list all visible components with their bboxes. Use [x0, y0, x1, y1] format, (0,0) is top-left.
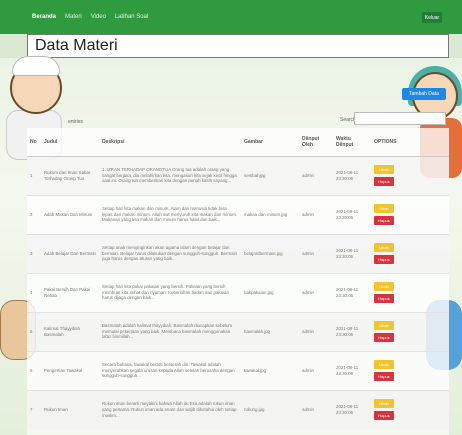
table-header-row: No Judul Deskripsi Gambar Diinput Oleh W… — [27, 128, 449, 157]
page-title-box: Data Materi — [27, 34, 449, 58]
cell-diinput-oleh: admin — [299, 350, 333, 390]
edit-button[interactable]: Ubah — [374, 243, 394, 252]
cell-deskripsi: Basmalah adalah kalimat thayyibah. Basma… — [99, 311, 241, 351]
cell-deskripsi: Secara bahasa, tawakal berarti berserah … — [99, 350, 241, 390]
cell-no: 7 — [27, 389, 41, 429]
cell-diinput-oleh: admin — [299, 155, 333, 195]
cell-diinput-oleh: admin — [299, 389, 333, 429]
edit-button[interactable]: Ubah — [374, 321, 394, 330]
table-row: 7 Rukun Iman Rukun iman berarti meyakini… — [27, 389, 449, 429]
delete-button[interactable]: Hapus — [374, 255, 394, 264]
cell-no: 4 — [27, 272, 41, 312]
cell-deskripsi: 1. IZRAN TERHADAP ORANGTUA Orang tua ada… — [99, 155, 241, 195]
nav-link-materi[interactable]: Materi — [65, 14, 82, 20]
cell-judul: Rukum dan Iman Sabar Terhadap Orang Tua — [41, 155, 99, 195]
edit-button[interactable]: Ubah — [374, 399, 394, 409]
cell-judul: Adab Makan Dan Minum — [41, 194, 99, 234]
cell-gambar: makan dan minum.jpg — [241, 194, 299, 234]
cell-no: 1 — [27, 155, 41, 195]
cell-options: Ubah Hapus — [371, 233, 449, 273]
edit-button[interactable]: Ubah — [374, 204, 394, 213]
cell-gambar: sembahjpg — [241, 155, 299, 195]
table-row: 1 Rukum dan Iman Sabar Terhadap Orang Tu… — [27, 155, 449, 195]
column-header-gambar[interactable]: Gambar — [241, 128, 299, 157]
delete-button[interactable]: Hapus — [374, 216, 394, 225]
table-row: 2 Adab Makan Dan Minum Setiap hari kita … — [27, 194, 449, 234]
table-row: 5 Kalimat Thayyibah Basmalah Basmalah ad… — [27, 311, 449, 351]
cell-options: Ubah Hapus — [371, 194, 449, 234]
table-row: 6 Pengertian Tawakal Secara bahasa, tawa… — [27, 350, 449, 390]
column-header-options[interactable]: OPTIONS — [371, 128, 449, 157]
cell-no: 6 — [27, 350, 41, 390]
cell-options: Ubah Hapus — [371, 155, 449, 195]
delete-button[interactable]: Hapus — [374, 177, 394, 186]
cell-diinput-oleh: admin — [299, 194, 333, 234]
cell-judul: Kalimat Thayyibah Basmalah — [41, 311, 99, 351]
cell-gambar: rukung.jpg — [241, 389, 299, 429]
cell-deskripsi: Setiap anak menginginkan akan agama isla… — [99, 233, 241, 273]
column-header-diinput-oleh[interactable]: Diinput Oleh — [299, 128, 333, 157]
edit-button[interactable]: Ubah — [374, 282, 394, 291]
cell-no: 5 — [27, 311, 41, 351]
delete-button[interactable]: Hapus — [374, 333, 394, 342]
cell-no: 3 — [27, 233, 41, 273]
cell-deskripsi: Rukun iman berarti meyakini bahwa Allah … — [99, 389, 241, 429]
column-header-waktu-diinput[interactable]: Waktu Diinput — [333, 128, 371, 157]
edit-button[interactable]: Ubah — [374, 360, 394, 369]
page-title: Data Materi — [35, 37, 118, 54]
cell-diinput-oleh: admin — [299, 311, 333, 351]
cell-judul: Pengertian Tawakal — [41, 350, 99, 390]
cell-no: 2 — [27, 194, 41, 234]
column-header-deskripsi[interactable]: Deskripsi — [99, 128, 241, 157]
cell-gambar: basmalah.jpg — [241, 311, 299, 351]
cell-gambar: tawakal.jpg — [241, 350, 299, 390]
cell-deskripsi: Setiap hari kita pakai pakaian yang bers… — [99, 272, 241, 312]
column-header-judul[interactable]: Judul — [41, 128, 99, 157]
table-row: 3 Adab Belajar Dan Bermain Setiap anak m… — [27, 233, 449, 273]
materi-table: No Judul Deskripsi Gambar Diinput Oleh W… — [27, 128, 449, 429]
cell-deskripsi: Setiap hari kita makan dan minum. Alam d… — [99, 194, 241, 234]
search-input[interactable] — [354, 112, 446, 125]
cell-judul: Pakai Bersih Dan Pakai Rebab — [41, 272, 99, 312]
cell-waktu: 2021-08-11 23:30:05 — [333, 233, 371, 273]
cell-options: Ubah Hapus — [371, 350, 449, 390]
table-row: 4 Pakai Bersih Dan Pakai Rebab Setiap ha… — [27, 272, 449, 312]
materi-table-container: No Judul Deskripsi Gambar Diinput Oleh W… — [27, 128, 449, 435]
cell-gambar: bakpakaian.jpg — [241, 272, 299, 312]
cell-options: Ubah Hapus — [371, 389, 449, 429]
cell-options: Ubah Hapus — [371, 311, 449, 351]
nav-link-latihan-soal[interactable]: Latihan Soal — [115, 14, 148, 20]
cartoon-boy-cap-illustration — [12, 56, 60, 76]
cell-diinput-oleh: admin — [299, 272, 333, 312]
column-header-no[interactable]: No — [27, 128, 41, 157]
cell-diinput-oleh: admin — [299, 233, 333, 273]
cell-waktu: 2021-08-11 23:30:05 — [333, 311, 371, 351]
cell-waktu: 2021-08-11 23:30:05 — [333, 350, 371, 390]
cell-waktu: 2021-08-11 23:30:05 — [333, 272, 371, 312]
edit-button[interactable]: Ubah — [374, 165, 394, 174]
add-data-button[interactable]: Tambah Data — [402, 88, 446, 100]
entries-label: entries — [68, 119, 84, 125]
logout-button[interactable]: Keluar — [422, 12, 442, 23]
nav-link-video[interactable]: Video — [91, 14, 106, 20]
cell-waktu: 2021-08-11 23:30:05 — [333, 389, 371, 429]
delete-button[interactable]: Hapus — [374, 294, 394, 303]
cell-gambar: belajardbermain.jpg — [241, 233, 299, 273]
top-navbar: Beranda Materi Video Latihan Soal Keluar — [0, 0, 462, 34]
delete-button[interactable]: Hapus — [374, 372, 394, 381]
cell-judul: Rukun Iman — [41, 389, 99, 429]
nav-link-beranda[interactable]: Beranda — [32, 14, 56, 20]
cell-options: Ubah Hapus — [371, 272, 449, 312]
cell-judul: Adab Belajar Dan Bermain — [41, 233, 99, 273]
delete-button[interactable]: Hapus — [374, 411, 394, 421]
cell-waktu: 2021-08-11 23:30:05 — [333, 155, 371, 195]
cell-waktu: 2021-08-11 23:30:05 — [333, 194, 371, 234]
